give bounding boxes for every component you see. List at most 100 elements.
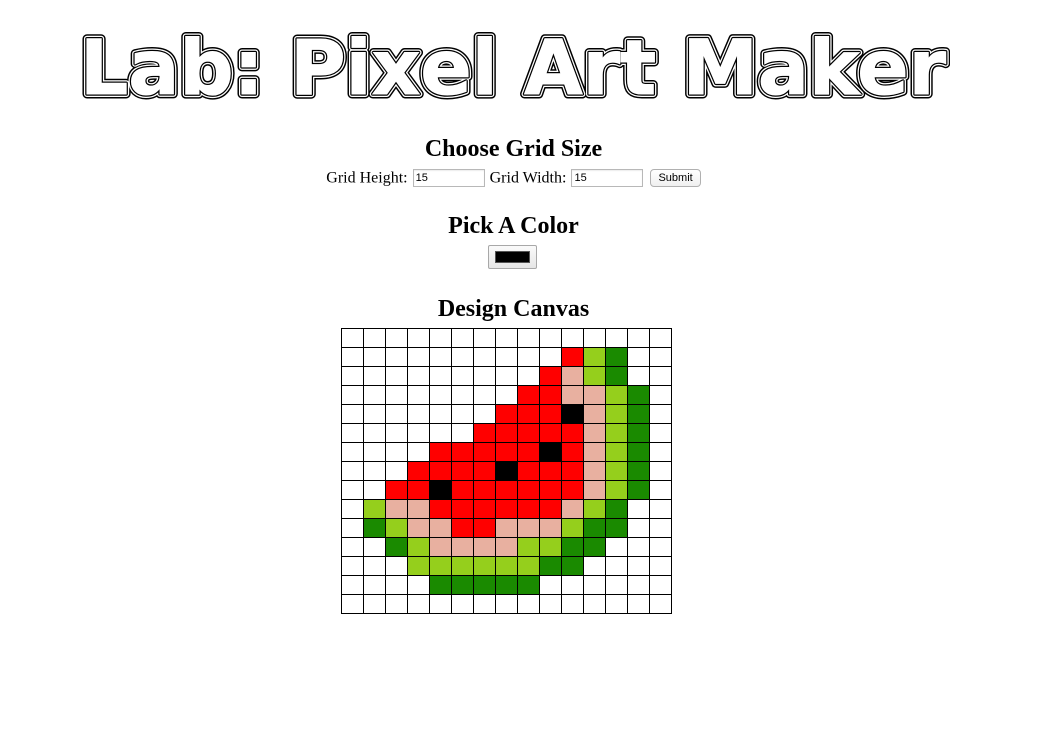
canvas-cell[interactable] <box>341 404 364 424</box>
canvas-cell[interactable] <box>605 556 628 576</box>
canvas-cell[interactable] <box>407 537 430 557</box>
canvas-cell[interactable] <box>385 366 408 386</box>
canvas-cell[interactable] <box>583 404 606 424</box>
canvas-cell[interactable] <box>627 594 650 614</box>
canvas-cell[interactable] <box>473 594 496 614</box>
canvas-cell[interactable] <box>539 594 562 614</box>
canvas-cell[interactable] <box>451 366 474 386</box>
canvas-cell[interactable] <box>451 537 474 557</box>
grid-width-input[interactable] <box>571 169 644 188</box>
canvas-cell[interactable] <box>583 461 606 481</box>
canvas-cell[interactable] <box>583 347 606 367</box>
canvas-cell[interactable] <box>407 518 430 538</box>
canvas-cell[interactable] <box>605 537 628 557</box>
canvas-cell[interactable] <box>341 518 364 538</box>
canvas-cell[interactable] <box>627 480 650 500</box>
canvas-cell[interactable] <box>517 594 540 614</box>
canvas-cell[interactable] <box>605 366 628 386</box>
canvas-cell[interactable] <box>341 442 364 462</box>
canvas-cell[interactable] <box>407 594 430 614</box>
canvas-cell[interactable] <box>649 499 672 519</box>
canvas-cell[interactable] <box>341 423 364 443</box>
canvas-cell[interactable] <box>451 328 474 348</box>
canvas-cell[interactable] <box>495 594 518 614</box>
canvas-cell[interactable] <box>473 518 496 538</box>
canvas-cell[interactable] <box>605 594 628 614</box>
canvas-cell[interactable] <box>429 537 452 557</box>
canvas-cell[interactable] <box>451 461 474 481</box>
canvas-cell[interactable] <box>517 366 540 386</box>
canvas-cell[interactable] <box>407 499 430 519</box>
canvas-cell[interactable] <box>561 575 584 595</box>
canvas-cell[interactable] <box>429 423 452 443</box>
canvas-cell[interactable] <box>363 366 386 386</box>
canvas-cell[interactable] <box>363 404 386 424</box>
canvas-cell[interactable] <box>363 328 386 348</box>
canvas-cell[interactable] <box>561 461 584 481</box>
canvas-cell[interactable] <box>539 442 562 462</box>
canvas-cell[interactable] <box>451 556 474 576</box>
canvas-cell[interactable] <box>605 518 628 538</box>
canvas-cell[interactable] <box>561 404 584 424</box>
canvas-cell[interactable] <box>561 328 584 348</box>
canvas-cell[interactable] <box>627 366 650 386</box>
canvas-cell[interactable] <box>561 423 584 443</box>
canvas-cell[interactable] <box>451 480 474 500</box>
canvas-cell[interactable] <box>627 385 650 405</box>
canvas-cell[interactable] <box>473 404 496 424</box>
canvas-cell[interactable] <box>495 461 518 481</box>
canvas-cell[interactable] <box>627 518 650 538</box>
canvas-cell[interactable] <box>341 385 364 405</box>
canvas-cell[interactable] <box>385 385 408 405</box>
grid-height-input[interactable] <box>412 169 485 188</box>
canvas-cell[interactable] <box>561 442 584 462</box>
canvas-cell[interactable] <box>495 537 518 557</box>
canvas-cell[interactable] <box>407 366 430 386</box>
canvas-cell[interactable] <box>495 575 518 595</box>
canvas-cell[interactable] <box>649 404 672 424</box>
canvas-cell[interactable] <box>495 499 518 519</box>
canvas-cell[interactable] <box>407 575 430 595</box>
canvas-cell[interactable] <box>451 594 474 614</box>
canvas-cell[interactable] <box>429 499 452 519</box>
canvas-cell[interactable] <box>561 480 584 500</box>
canvas-cell[interactable] <box>407 328 430 348</box>
canvas-cell[interactable] <box>341 594 364 614</box>
canvas-cell[interactable] <box>539 518 562 538</box>
canvas-cell[interactable] <box>649 556 672 576</box>
canvas-cell[interactable] <box>451 423 474 443</box>
canvas-cell[interactable] <box>583 537 606 557</box>
canvas-cell[interactable] <box>495 442 518 462</box>
canvas-cell[interactable] <box>649 366 672 386</box>
canvas-cell[interactable] <box>385 537 408 557</box>
canvas-cell[interactable] <box>451 385 474 405</box>
canvas-cell[interactable] <box>363 556 386 576</box>
canvas-cell[interactable] <box>363 518 386 538</box>
canvas-cell[interactable] <box>385 499 408 519</box>
canvas-cell[interactable] <box>429 442 452 462</box>
canvas-cell[interactable] <box>517 347 540 367</box>
canvas-cell[interactable] <box>517 480 540 500</box>
canvas-cell[interactable] <box>517 499 540 519</box>
canvas-cell[interactable] <box>517 556 540 576</box>
canvas-cell[interactable] <box>583 385 606 405</box>
canvas-cell[interactable] <box>561 537 584 557</box>
canvas-cell[interactable] <box>649 480 672 500</box>
canvas-cell[interactable] <box>561 385 584 405</box>
canvas-cell[interactable] <box>583 328 606 348</box>
canvas-cell[interactable] <box>495 328 518 348</box>
canvas-cell[interactable] <box>385 480 408 500</box>
canvas-cell[interactable] <box>429 328 452 348</box>
canvas-cell[interactable] <box>495 556 518 576</box>
canvas-cell[interactable] <box>583 594 606 614</box>
canvas-cell[interactable] <box>429 461 452 481</box>
canvas-cell[interactable] <box>451 442 474 462</box>
canvas-cell[interactable] <box>495 518 518 538</box>
canvas-cell[interactable] <box>363 480 386 500</box>
canvas-cell[interactable] <box>561 556 584 576</box>
canvas-cell[interactable] <box>407 442 430 462</box>
canvas-cell[interactable] <box>451 518 474 538</box>
canvas-cell[interactable] <box>561 366 584 386</box>
canvas-cell[interactable] <box>539 461 562 481</box>
canvas-cell[interactable] <box>429 556 452 576</box>
